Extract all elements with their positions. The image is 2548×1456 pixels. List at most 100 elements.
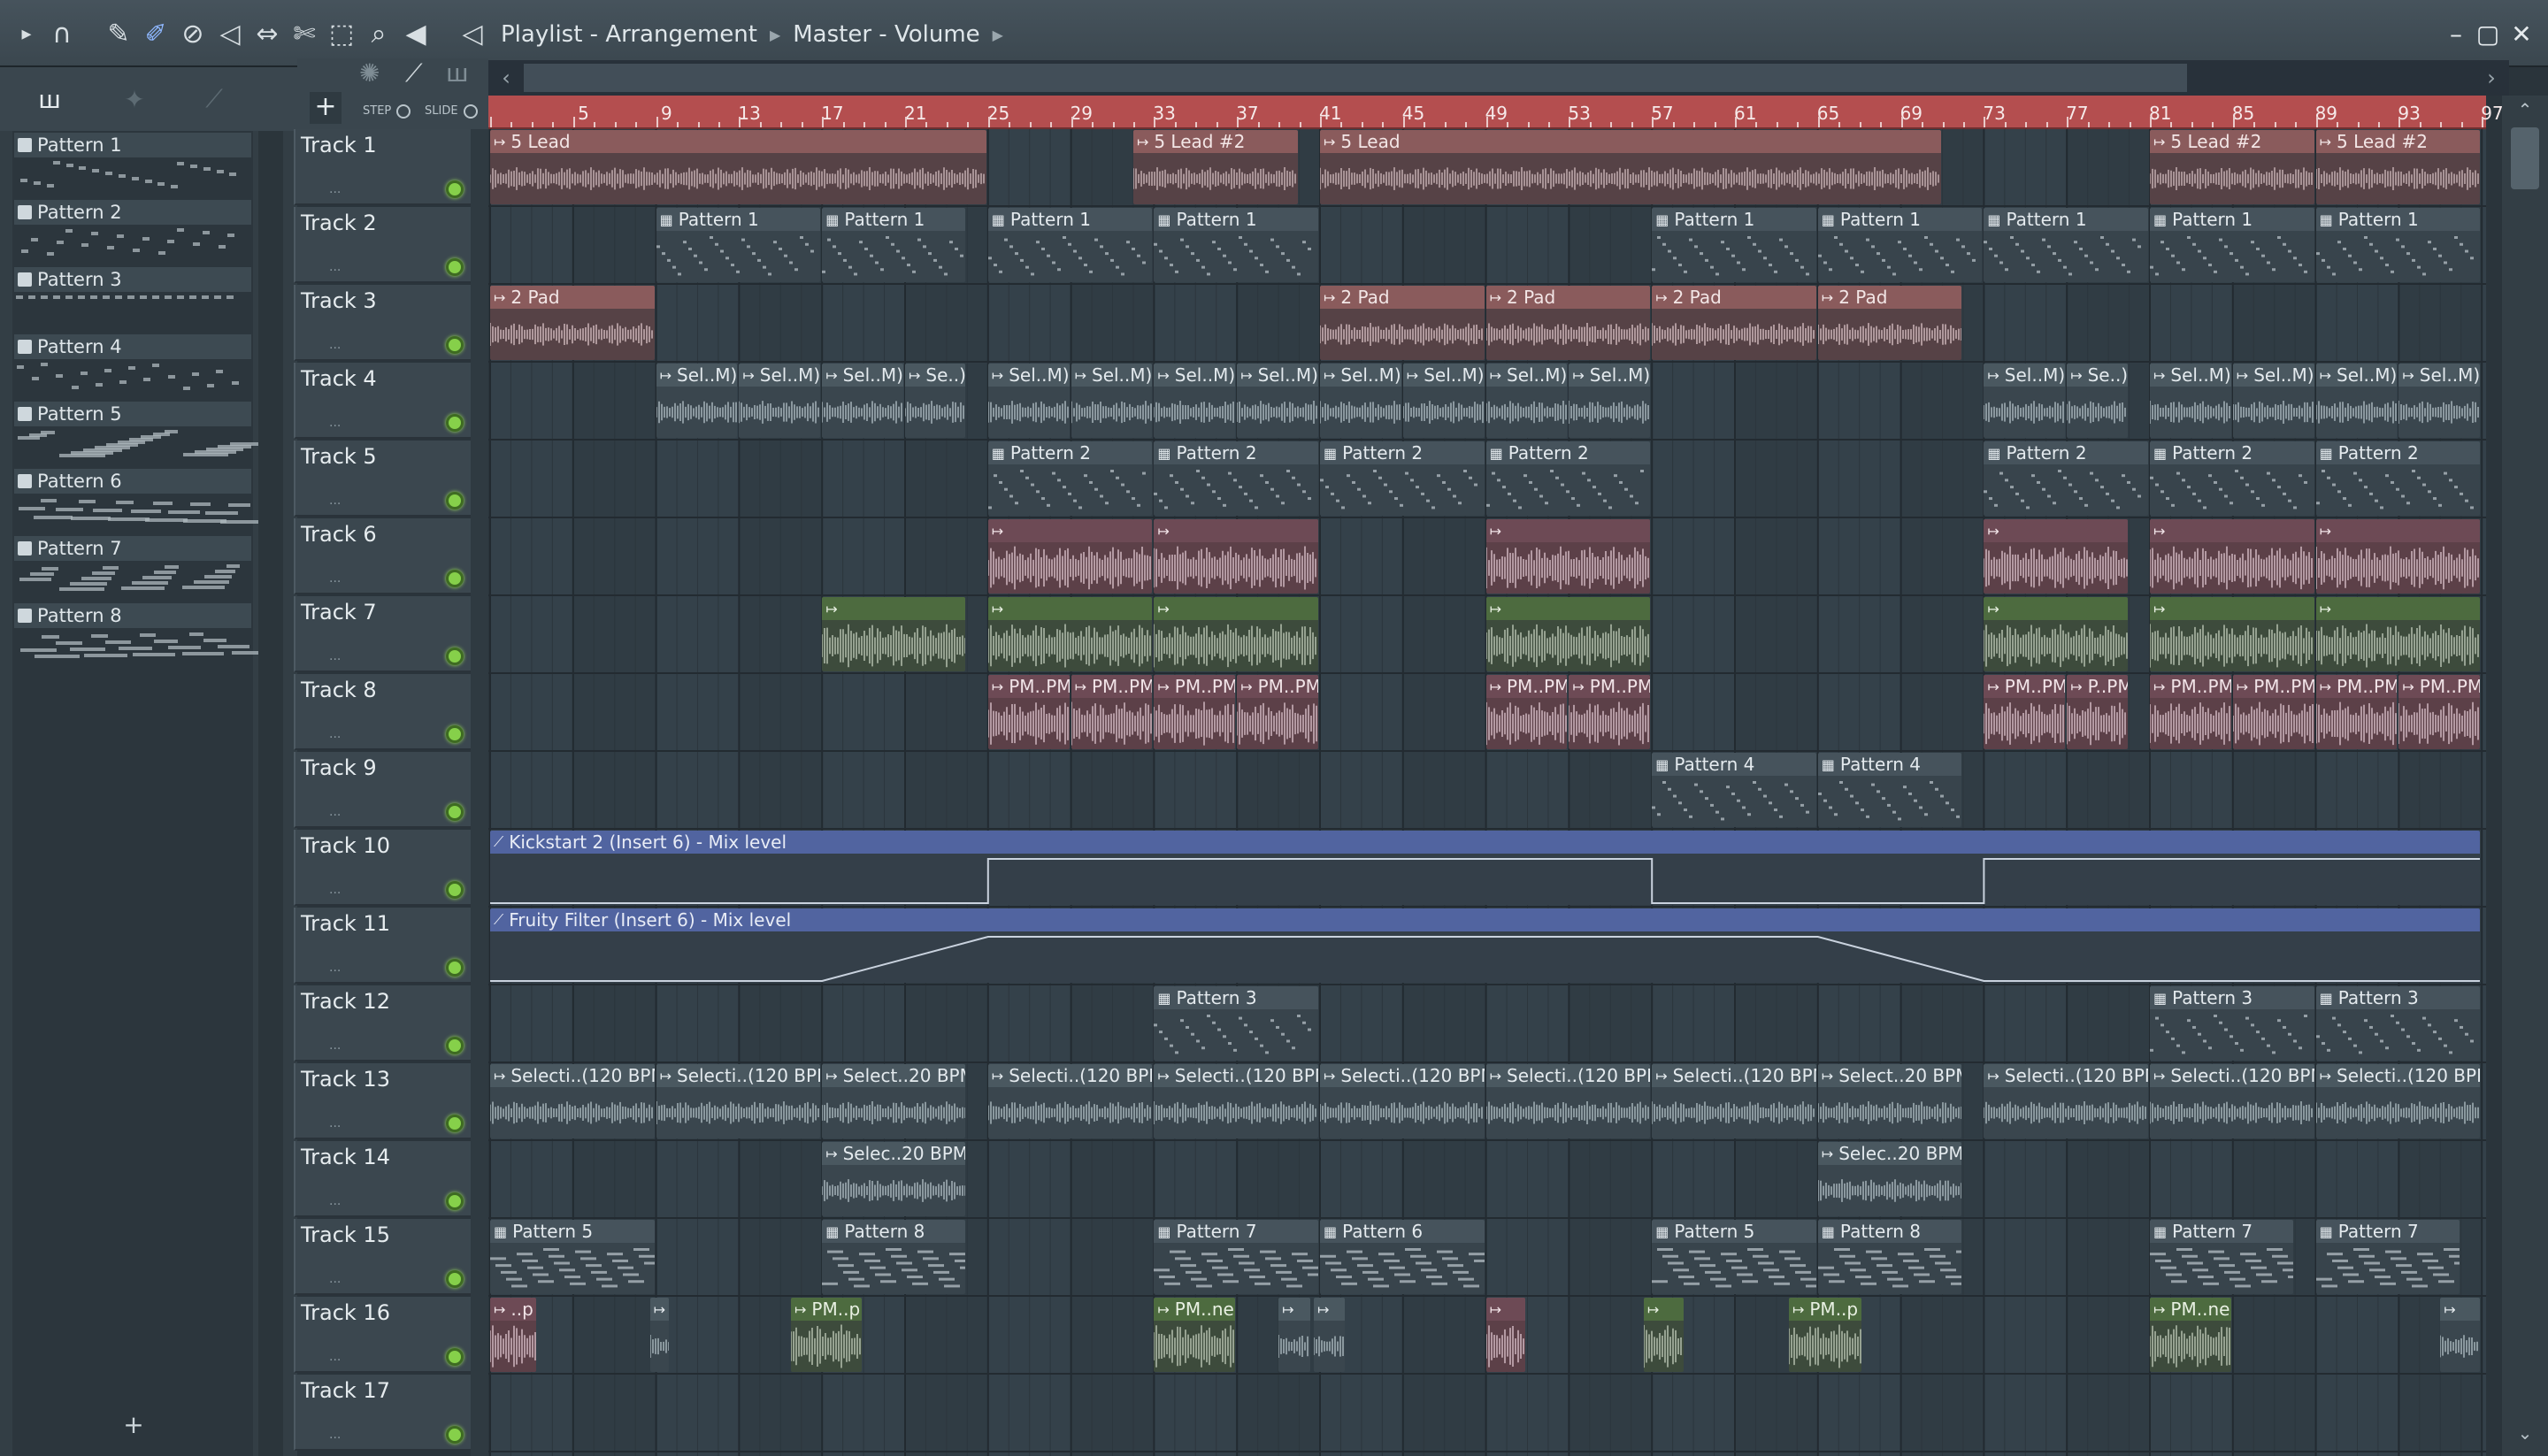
playlist-clip[interactable]: ↦ — [822, 597, 966, 671]
playlist-clip[interactable]: ▦ Pattern 2 — [1485, 441, 1651, 516]
track-header[interactable]: Track 14... — [294, 1141, 471, 1217]
scroll-left-icon[interactable]: ‹ — [488, 60, 524, 96]
pencil-icon[interactable]: ✎ — [103, 18, 134, 50]
playlist-clip[interactable]: ↦ — [1984, 597, 2128, 671]
track-menu-dots[interactable]: ... — [329, 416, 341, 430]
playlist-clip[interactable]: ▦ Pattern 1 — [822, 208, 966, 282]
track-enable-led[interactable] — [446, 492, 464, 510]
playlist-clip[interactable]: ↦ Sel..M) — [1320, 364, 1401, 438]
playlist-clip[interactable]: ↦ PM..ne — [2150, 1298, 2231, 1372]
playlist-clip[interactable]: ↦ Sel..M) — [1237, 364, 1318, 438]
track-menu-dots[interactable]: ... — [329, 883, 341, 897]
pattern-list-item[interactable]: Pattern 1 — [12, 131, 253, 198]
pattern-list-item[interactable]: Pattern 6 — [12, 467, 265, 534]
track-enable-led[interactable] — [446, 881, 464, 899]
select-icon[interactable]: ⬚ — [326, 18, 357, 50]
playlist-clip[interactable]: ▦ Pattern 2 — [1320, 441, 1485, 516]
speaker-icon[interactable]: ◁ — [457, 18, 488, 50]
playlist-clip[interactable]: ↦ P..PM — [2067, 675, 2128, 749]
pattern-list-item[interactable]: Pattern 7 — [12, 534, 253, 602]
overview-window[interactable] — [524, 64, 2187, 92]
track-menu-dots[interactable]: ... — [329, 1272, 341, 1286]
playlist-clip[interactable]: ▦ Pattern 4 — [1817, 753, 1961, 827]
playlist-clip[interactable]: ↦ PM..PM — [1569, 675, 1651, 749]
playlist-clip[interactable]: ↦ — [1313, 1298, 1346, 1372]
track-enable-led[interactable] — [446, 336, 464, 354]
playlist-clip[interactable]: ↦ 2 Pad — [1817, 286, 1961, 360]
track-header[interactable]: Track 1... — [294, 129, 471, 205]
track-header[interactable]: Track 17... — [294, 1375, 471, 1451]
playlist-clip[interactable]: ↦ PM..p — [1788, 1298, 1862, 1372]
track-menu-dots[interactable]: ... — [329, 1116, 341, 1130]
playlist-clip[interactable]: ▦ Pattern 3 — [1154, 986, 1318, 1061]
playlist-clip[interactable]: ↦ PM..PM — [2150, 675, 2231, 749]
playlist-clip[interactable]: ↦ Sel..M) — [1485, 364, 1568, 438]
playlist-clip[interactable]: ▦ Pattern 2 — [1154, 441, 1318, 516]
playlist-clip[interactable]: ↦ 2 Pad — [1652, 286, 1816, 360]
playlist-clip[interactable]: ↦ — [1485, 597, 1651, 671]
zoom-icon[interactable]: ⌕ — [363, 18, 395, 50]
playlist-clip[interactable]: ↦ Selec..20 BPM) — [1817, 1142, 1961, 1216]
track-menu-dots[interactable]: ... — [329, 260, 341, 274]
track-menu-dots[interactable]: ... — [329, 1038, 341, 1053]
playlist-clip[interactable]: ↦ Sel..M) — [822, 364, 903, 438]
playlist-clip[interactable]: ▦ Pattern 3 — [2315, 986, 2481, 1061]
playlist-clip[interactable]: ↦ — [1485, 519, 1651, 594]
playlist-clip[interactable]: ↦ — [2150, 597, 2314, 671]
track-menu-dots[interactable]: ... — [329, 182, 341, 196]
playlist-clip[interactable]: ↦ — [2315, 597, 2481, 671]
vertical-scrollbar[interactable]: ⌃ ⌄ — [2502, 96, 2548, 1456]
playlist-clip[interactable]: ↦ Sel..M) — [2150, 364, 2231, 438]
playlist-clip[interactable]: ▦ Pattern 1 — [656, 208, 821, 282]
playlist-clip[interactable]: ↦ — [1154, 519, 1318, 594]
playlist-clip[interactable]: ▦ Pattern 1 — [1817, 208, 1983, 282]
maximize-button[interactable]: ▢ — [2470, 16, 2506, 51]
track-enable-led[interactable] — [446, 1115, 464, 1132]
playlist-clip[interactable]: ↦ — [2315, 519, 2481, 594]
automation-clip[interactable]: ⟋ Fruity Filter (Insert 6) - Mix level — [490, 908, 2481, 983]
playlist-clip[interactable]: ↦ PM..PM — [987, 675, 1070, 749]
track-menu-dots[interactable]: ... — [329, 1350, 341, 1364]
pattern-list-item[interactable]: Pattern 8 — [12, 602, 272, 669]
playlist-clip[interactable]: ↦ Sel..M) — [656, 364, 738, 438]
playlist-clip[interactable]: ↦ 5 Lead #2 — [1132, 130, 1298, 204]
track-header[interactable]: Track 3... — [294, 285, 471, 361]
track-enable-led[interactable] — [446, 570, 464, 587]
playlist-clip[interactable]: ↦ Sel..M) — [1569, 364, 1651, 438]
playlist-clip[interactable]: ▦ Pattern 8 — [822, 1220, 966, 1294]
track-menu-dots[interactable]: ... — [329, 494, 341, 508]
playlist-clip[interactable]: ↦ — [2440, 1298, 2481, 1372]
track-header[interactable]: Track 7... — [294, 596, 471, 672]
track-enable-led[interactable] — [446, 1270, 464, 1288]
playlist-clip[interactable]: ↦ ..p — [490, 1298, 536, 1372]
breadcrumb-master-volume[interactable]: Master - Volume — [793, 21, 979, 48]
playlist-clip[interactable]: ↦ — [1643, 1298, 1684, 1372]
playlist-clip[interactable]: ↦ PM..PM — [1237, 675, 1318, 749]
playlist-clip[interactable]: ↦Selecti..(120 BPM) — [1154, 1064, 1318, 1138]
playlist-clip[interactable]: ▦ Pattern 1 — [2315, 208, 2481, 282]
playlist-clip[interactable]: ↦ PM..PM — [1071, 675, 1153, 749]
track-enable-led[interactable] — [446, 1037, 464, 1054]
pattern-list-item[interactable]: Pattern 5 — [12, 400, 260, 467]
playlist-clip[interactable]: ▦ Pattern 2 — [1984, 441, 2148, 516]
pattern-list-item[interactable]: Pattern 3 — [12, 265, 253, 333]
track-menu-dots[interactable]: ... — [329, 1194, 341, 1208]
playlist-clip[interactable]: ↦ Sel..M) — [987, 364, 1070, 438]
scroll-up-icon[interactable]: ⌃ — [2511, 99, 2539, 124]
track-header[interactable]: Track 6... — [294, 518, 471, 594]
track-menu-dots[interactable]: ... — [329, 1428, 341, 1442]
track-header[interactable]: Track 13... — [294, 1063, 471, 1139]
playlist-clip[interactable]: ↦ 5 Lead — [490, 130, 986, 204]
track-header[interactable]: Track 2... — [294, 207, 471, 283]
track-header[interactable]: Track 15... — [294, 1219, 471, 1295]
playlist-clip[interactable]: ▦ Pattern 1 — [987, 208, 1153, 282]
playlist-clip[interactable]: ↦ Sel..M) — [1154, 364, 1236, 438]
playlist-clip[interactable]: ▦ Pattern 1 — [2150, 208, 2314, 282]
playlist-clip[interactable]: ↦Selecti..(120 BPM) — [1652, 1064, 1816, 1138]
track-enable-led[interactable] — [446, 803, 464, 821]
playlist-clip[interactable]: ↦ Sel..M) — [1071, 364, 1153, 438]
playlist-clip[interactable]: ↦ PM..PM — [1984, 675, 2066, 749]
track-enable-led[interactable] — [446, 258, 464, 276]
add-pattern-button[interactable]: + — [120, 1412, 147, 1438]
playlist-clip[interactable]: ▦ Pattern 7 — [2150, 1220, 2294, 1294]
